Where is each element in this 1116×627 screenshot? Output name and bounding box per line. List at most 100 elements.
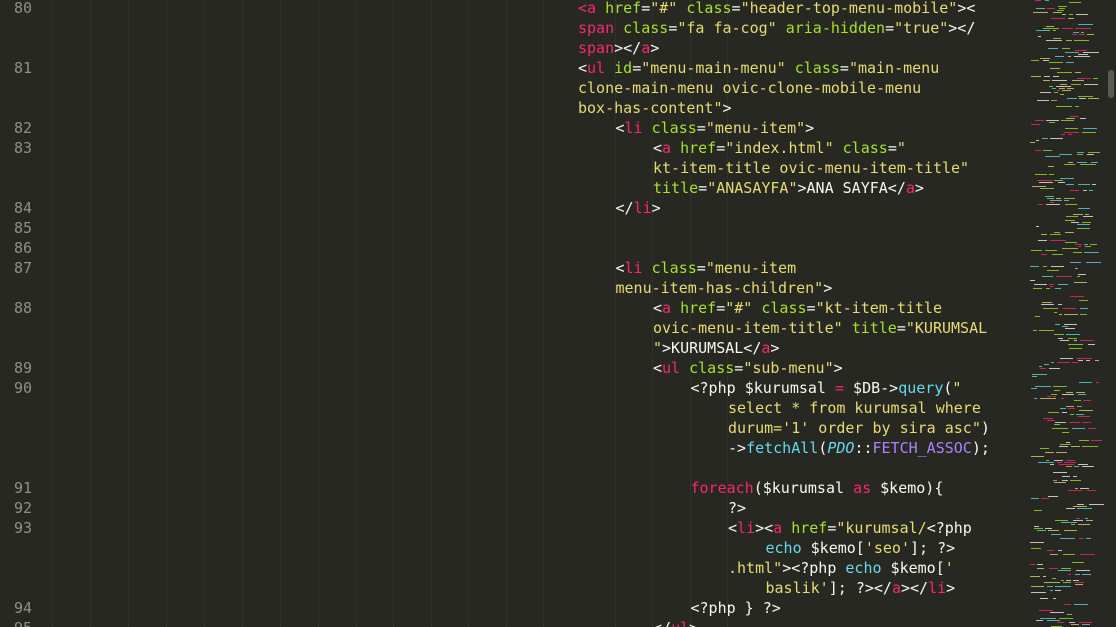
- code-line[interactable]: box-has-content">: [578, 98, 732, 118]
- code-line[interactable]: <?php $kurumsal = $DB->query(": [691, 378, 962, 398]
- minimap-stroke: [1070, 480, 1081, 481]
- minimap-stroke: [1073, 32, 1079, 33]
- minimap-stroke: [1035, 120, 1044, 121]
- code-token: ": [653, 339, 663, 357]
- code-line[interactable]: clone-main-menu ovic-clone-mobile-menu: [578, 78, 921, 98]
- code-token: ></: [948, 19, 976, 37]
- minimap-stroke: [1066, 216, 1078, 217]
- minimap-stroke: [1031, 456, 1044, 457]
- code-line[interactable]: <a href="index.html" class=": [653, 138, 906, 158]
- code-line[interactable]: <a href="#" class="header-top-menu-mobil…: [578, 0, 975, 18]
- minimap-stroke: [1031, 592, 1046, 593]
- minimap-stroke: [1061, 134, 1065, 135]
- code-line[interactable]: select * from kurumsal where: [728, 398, 981, 418]
- vertical-scrollbar[interactable]: [1106, 0, 1116, 627]
- minimap-stroke: [1068, 490, 1082, 491]
- minimap-stroke: [1074, 282, 1087, 283]
- minimap-stroke: [1073, 476, 1077, 477]
- minimap-stroke: [1036, 30, 1050, 31]
- code-token: =: [896, 319, 906, 337]
- minimap-stroke: [1035, 386, 1051, 387]
- minimap-stroke: [1073, 520, 1083, 521]
- minimap-stroke: [1053, 396, 1056, 397]
- minimap-stroke: [1091, 440, 1102, 441]
- code-line[interactable]: <a href="#" class="kt-item-title: [653, 298, 942, 318]
- code-token: foreach: [690, 479, 754, 497]
- code-token: li: [633, 199, 652, 217]
- code-line[interactable]: .html"><?php echo $kemo[': [728, 558, 954, 578]
- minimap-stroke: [1063, 582, 1071, 583]
- minimap-stroke: [1068, 18, 1074, 19]
- minimap-stroke: [1058, 284, 1068, 285]
- code-line[interactable]: </ul>: [653, 618, 698, 627]
- minimap-stroke: [1076, 570, 1090, 571]
- code-token: >: [770, 339, 780, 357]
- minimap-stroke: [1056, 198, 1061, 199]
- code-line[interactable]: span class="fa fa-cog" aria-hidden="true…: [578, 18, 975, 38]
- code-editor[interactable]: 80818283848586878889909192939495 <a href…: [0, 0, 1116, 627]
- minimap[interactable]: [1010, 0, 1106, 627]
- code-line[interactable]: ->fetchAll(PDO::FETCH_ASSOC);: [728, 438, 990, 458]
- minimap-stroke: [1071, 524, 1075, 525]
- code-line[interactable]: </li>: [616, 198, 661, 218]
- code-line[interactable]: ?>: [728, 498, 746, 518]
- code-line[interactable]: foreach($kurumsal as $kemo){: [691, 478, 944, 498]
- code-line[interactable]: title="ANASAYFA">ANA SAYFA</a>: [653, 178, 924, 198]
- minimap-stroke: [1060, 408, 1066, 409]
- scrollbar-thumb[interactable]: [1108, 70, 1114, 98]
- minimap-stroke: [1064, 324, 1077, 325]
- code-line[interactable]: <ul class="sub-menu">: [653, 358, 843, 378]
- minimap-stroke: [1082, 422, 1091, 423]
- code-line[interactable]: <li class="menu-item: [616, 258, 797, 278]
- minimap-stroke: [1039, 366, 1042, 367]
- code-token: =: [806, 299, 816, 317]
- code-line[interactable]: span></a>: [578, 38, 659, 58]
- minimap-stroke: [1073, 580, 1079, 581]
- code-line[interactable]: durum='1' order by sira asc"): [728, 418, 990, 438]
- minimap-stroke: [1043, 150, 1052, 151]
- minimap-stroke: [1069, 422, 1080, 423]
- minimap-stroke: [1061, 398, 1064, 399]
- minimap-stroke: [1042, 276, 1053, 277]
- minimap-stroke: [1066, 118, 1075, 119]
- minimap-stroke: [1074, 340, 1077, 341]
- code-token: .html": [728, 559, 783, 577]
- code-line[interactable]: <li class="menu-item">: [616, 118, 815, 138]
- code-line[interactable]: echo $kemo['seo']; ?>: [766, 538, 956, 558]
- minimap-stroke: [1079, 440, 1089, 441]
- minimap-stroke: [1077, 504, 1084, 505]
- minimap-stroke: [1087, 490, 1096, 491]
- indent-guide: [506, 0, 507, 627]
- minimap-stroke: [1060, 84, 1067, 85]
- code-token: >: [689, 619, 698, 627]
- code-token: fetchAll: [746, 439, 819, 457]
- minimap-stroke: [1040, 618, 1056, 619]
- minimap-stroke: [1083, 216, 1093, 217]
- code-line[interactable]: <ul id="menu-main-menu" class="main-menu: [578, 58, 939, 78]
- indent-guide: [393, 0, 394, 627]
- minimap-stroke: [1067, 98, 1077, 99]
- minimap-stroke: [1066, 392, 1073, 393]
- minimap-stroke: [1076, 14, 1088, 15]
- code-line[interactable]: baslik']; ?></a></li>: [766, 578, 956, 598]
- code-line[interactable]: ovic-menu-item-title" title="KURUMSAL: [653, 318, 987, 338]
- code-token: <?php: [926, 519, 972, 537]
- minimap-stroke: [1050, 612, 1064, 613]
- minimap-stroke: [1045, 0, 1049, 1]
- code-line[interactable]: ">KURUMSAL</a>: [653, 338, 779, 358]
- code-area[interactable]: <a href="#" class="header-top-menu-mobil…: [0, 0, 1010, 627]
- code-line[interactable]: <li><a href="kurumsal/<?php: [728, 518, 972, 538]
- minimap-stroke: [1083, 52, 1099, 53]
- code-line[interactable]: <?php } ?>: [691, 598, 781, 618]
- minimap-stroke: [1075, 28, 1091, 29]
- minimap-stroke: [1077, 508, 1092, 509]
- code-line[interactable]: menu-item-has-children">: [616, 278, 833, 298]
- minimap-stroke: [1073, 214, 1083, 215]
- minimap-stroke: [1044, 76, 1050, 77]
- code-token: baslik': [765, 579, 829, 597]
- minimap-stroke: [1080, 488, 1089, 489]
- minimap-stroke: [1082, 222, 1091, 223]
- code-token: ?>: [728, 499, 747, 517]
- indent-guide: [204, 0, 205, 627]
- code-line[interactable]: kt-item-title ovic-menu-item-title": [653, 158, 969, 178]
